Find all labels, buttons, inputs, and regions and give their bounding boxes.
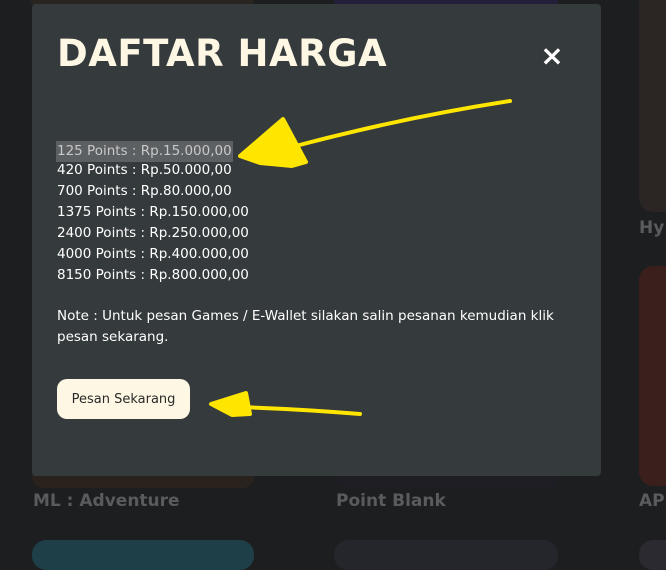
price-list-modal: DAFTAR HARGA × 125 Points : Rp.15.000,00… xyxy=(32,4,601,476)
price-list-item: 2400 Points : Rp.250.000,00 xyxy=(57,225,249,241)
game-card-title[interactable]: AP xyxy=(639,491,665,511)
game-card-image[interactable] xyxy=(639,266,666,486)
game-card-image[interactable] xyxy=(334,540,558,570)
order-note: Note : Untuk pesan Games / E-Wallet sila… xyxy=(57,308,554,345)
price-list: 125 Points : Rp.15.000,00 420 Points : R… xyxy=(56,139,249,286)
price-item-text: 125 Points : Rp.15.000,00 xyxy=(56,141,233,162)
game-card-image[interactable] xyxy=(32,540,254,570)
price-list-item: 700 Points : Rp.80.000,00 xyxy=(57,183,232,199)
close-icon[interactable]: × xyxy=(538,42,566,70)
price-list-item: 420 Points : Rp.50.000,00 xyxy=(57,162,232,178)
game-card-image[interactable] xyxy=(639,0,666,212)
game-card-title[interactable]: Hy xyxy=(639,218,664,238)
price-list-item: 1375 Points : Rp.150.000,00 xyxy=(57,204,249,220)
order-now-button[interactable]: Pesan Sekarang xyxy=(57,379,190,419)
price-list-item: 8150 Points : Rp.800.000,00 xyxy=(57,267,249,283)
game-card-image[interactable] xyxy=(639,540,666,570)
modal-title: DAFTAR HARGA xyxy=(57,32,388,75)
game-card-title[interactable]: ML : Adventure xyxy=(33,491,180,511)
price-list-item: 4000 Points : Rp.400.000,00 xyxy=(57,246,249,262)
game-card-title[interactable]: Point Blank xyxy=(336,491,446,511)
price-list-item: 125 Points : Rp.15.000,00 xyxy=(56,139,249,162)
